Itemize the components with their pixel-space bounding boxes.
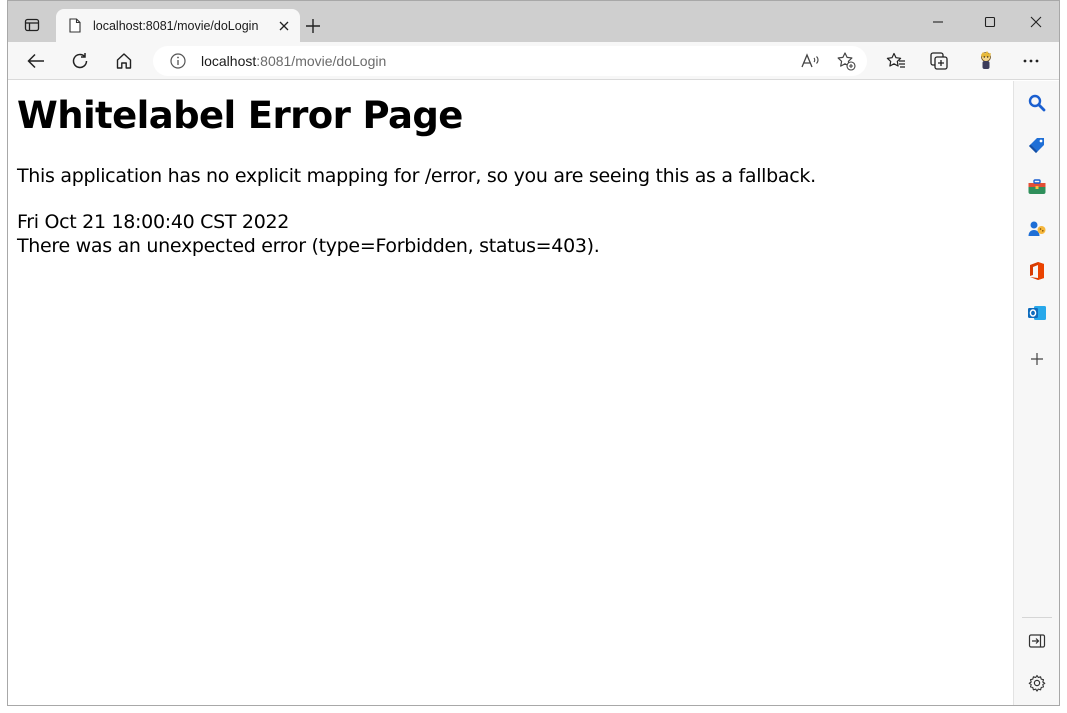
tab-close-icon[interactable] bbox=[272, 14, 296, 38]
address-bar[interactable]: localhost:8081/movie/doLogin bbox=[153, 46, 867, 76]
url-host: localhost bbox=[201, 53, 257, 69]
hide-sidebar-icon[interactable] bbox=[1025, 629, 1049, 653]
games-icon[interactable] bbox=[1025, 217, 1049, 241]
read-aloud-icon[interactable] bbox=[799, 49, 823, 73]
tools-briefcase-icon[interactable] bbox=[1025, 175, 1049, 199]
site-info-icon[interactable] bbox=[169, 52, 187, 70]
outlook-icon[interactable] bbox=[1025, 301, 1049, 325]
error-description: This application has no explicit mapping… bbox=[17, 165, 816, 187]
browser-window: localhost:8081/movie/doLogin localhost:8… bbox=[7, 0, 1060, 706]
favorites-icon[interactable] bbox=[882, 47, 910, 75]
collections-icon[interactable] bbox=[925, 47, 953, 75]
settings-gear-icon[interactable] bbox=[1025, 671, 1049, 695]
search-icon[interactable] bbox=[1025, 91, 1049, 115]
error-timestamp: Fri Oct 21 18:00:40 CST 2022 bbox=[17, 211, 290, 233]
profile-avatar-icon[interactable] bbox=[972, 47, 1000, 75]
add-sidebar-app-icon[interactable] bbox=[1025, 347, 1049, 371]
edge-sidebar bbox=[1013, 81, 1059, 705]
add-favorite-icon[interactable] bbox=[834, 49, 858, 73]
tab-title: localhost:8081/movie/doLogin bbox=[93, 18, 259, 33]
page-icon bbox=[69, 17, 83, 34]
back-icon[interactable] bbox=[22, 47, 50, 75]
active-tab[interactable]: localhost:8081/movie/doLogin bbox=[56, 9, 300, 42]
page-content: Whitelabel Error Page This application h… bbox=[8, 81, 1013, 705]
maximize-icon[interactable] bbox=[967, 10, 1013, 34]
error-status-message: There was an unexpected error (type=Forb… bbox=[17, 235, 600, 257]
address-url[interactable]: localhost:8081/movie/doLogin bbox=[201, 53, 867, 69]
new-tab-icon[interactable] bbox=[302, 15, 324, 37]
minimize-icon[interactable] bbox=[915, 10, 961, 34]
close-window-icon[interactable] bbox=[1013, 10, 1059, 34]
more-options-icon[interactable] bbox=[1017, 47, 1045, 75]
url-path: :8081/movie/doLogin bbox=[256, 53, 387, 69]
shopping-tag-icon[interactable] bbox=[1025, 133, 1049, 157]
browser-toolbar: localhost:8081/movie/doLogin bbox=[8, 42, 1059, 80]
home-icon[interactable] bbox=[110, 47, 138, 75]
office-icon[interactable] bbox=[1025, 259, 1049, 283]
error-heading: Whitelabel Error Page bbox=[17, 94, 463, 137]
tab-bar: localhost:8081/movie/doLogin bbox=[8, 1, 1059, 42]
refresh-icon[interactable] bbox=[66, 47, 94, 75]
tab-actions-icon[interactable] bbox=[21, 14, 43, 36]
sidebar-divider bbox=[1022, 617, 1052, 618]
